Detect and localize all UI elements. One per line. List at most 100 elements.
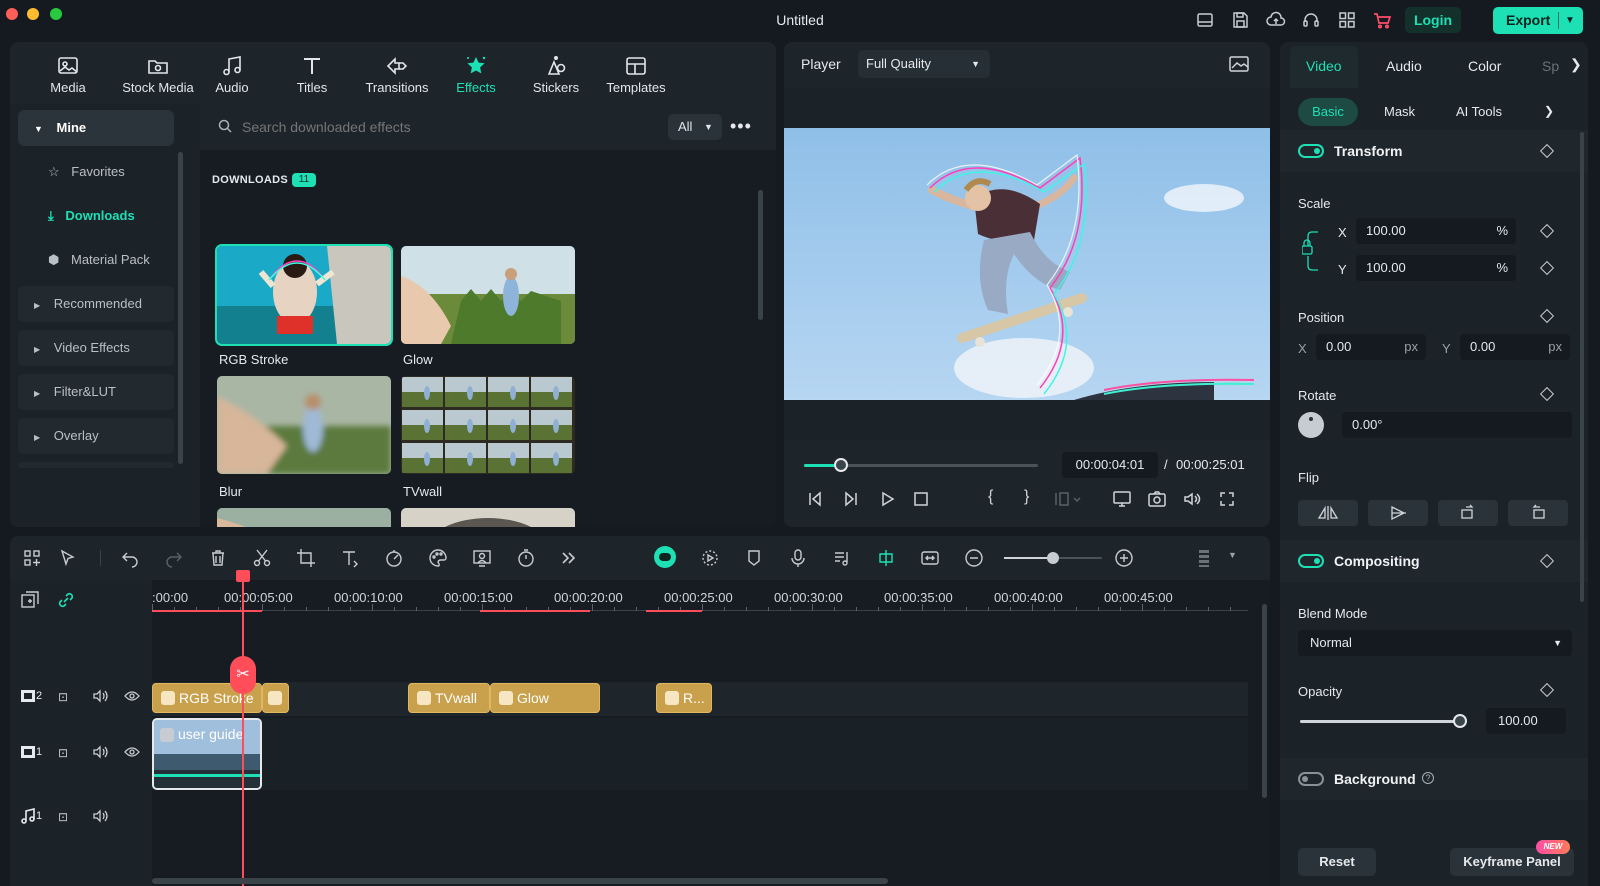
ai-copilot-icon[interactable] — [654, 546, 676, 568]
speaker-icon[interactable] — [92, 688, 108, 704]
opacity-slider-knob[interactable] — [1453, 714, 1467, 728]
mark-out-icon[interactable]: } — [1024, 488, 1029, 506]
playhead-top[interactable] — [236, 570, 250, 582]
text-tool-icon[interactable] — [340, 548, 360, 568]
keyframe-diamond-icon[interactable] — [1539, 260, 1555, 276]
sidebar-item-video-effects[interactable]: ▶ Video Effects — [18, 330, 174, 366]
more-tools-icon[interactable] — [558, 548, 578, 568]
sidebar-scrollbar[interactable] — [178, 152, 183, 464]
layout-icon[interactable] — [1195, 10, 1215, 30]
insert-clip-icon[interactable] — [1054, 490, 1082, 508]
timeline-vertical-scrollbar[interactable] — [1262, 604, 1267, 798]
save-icon[interactable] — [1230, 10, 1250, 30]
tab-media[interactable]: Media — [28, 50, 108, 102]
lock-icon[interactable]: ⊡ — [58, 810, 68, 824]
keyframe-diamond-icon[interactable] — [1539, 143, 1555, 159]
video-preview[interactable] — [784, 128, 1270, 400]
apps-grid-icon[interactable] — [1337, 10, 1357, 30]
opacity-field[interactable]: 100.00 — [1486, 708, 1566, 734]
play-icon[interactable] — [878, 490, 896, 508]
transform-toggle[interactable] — [1298, 144, 1324, 158]
subtab-ai-tools[interactable]: AI Tools — [1456, 98, 1502, 126]
tab-video[interactable]: Video — [1306, 58, 1342, 74]
keyframe-diamond-icon[interactable] — [1539, 553, 1555, 569]
timeline-horizontal-scrollbar[interactable] — [152, 878, 888, 884]
playhead[interactable] — [242, 582, 244, 886]
quality-dropdown[interactable]: Full Quality ▼ — [858, 50, 990, 78]
effect-thumb-glow[interactable] — [401, 246, 575, 344]
position-y-field[interactable]: 0.00 px — [1460, 334, 1570, 360]
content-scrollbar[interactable] — [758, 190, 763, 320]
redo-icon[interactable] — [164, 548, 184, 568]
effect-thumb-partial-2[interactable] — [401, 508, 575, 527]
filter-dropdown[interactable]: All ▼ — [668, 114, 722, 140]
progress-knob[interactable] — [834, 458, 849, 472]
auto-highlight-icon[interactable] — [700, 548, 720, 568]
add-track-icon[interactable] — [20, 590, 40, 610]
keyframe-diamond-icon[interactable] — [1539, 682, 1555, 698]
effect-clip-glow[interactable]: Glow — [490, 683, 600, 713]
chevron-down-icon[interactable]: ▼ — [1228, 550, 1237, 560]
stop-icon[interactable] — [912, 490, 930, 508]
cart-icon[interactable] — [1372, 10, 1392, 30]
keyframe-diamond-icon[interactable] — [1539, 223, 1555, 239]
rotate-counterclockwise-button[interactable] — [1508, 500, 1568, 526]
zoom-in-icon[interactable] — [1114, 548, 1134, 568]
sidebar-item-favorites[interactable]: ☆ Favorites — [18, 154, 174, 190]
effect-thumb-rgb-stroke[interactable] — [215, 244, 393, 346]
layout-grid-icon[interactable] — [22, 548, 42, 568]
snapshot-preview-icon[interactable] — [1228, 54, 1250, 74]
eye-icon[interactable] — [124, 688, 140, 704]
speed-icon[interactable] — [384, 548, 404, 568]
scale-x-field[interactable]: 100.00 % — [1356, 218, 1516, 244]
lock-icon[interactable]: ⊡ — [58, 746, 68, 760]
effect-clip-small[interactable] — [262, 683, 289, 713]
opacity-slider-track[interactable] — [1300, 720, 1460, 723]
sidebar-item-downloads[interactable]: ⤓ Downloads — [18, 198, 174, 234]
scale-y-field[interactable]: 100.00 % — [1356, 255, 1516, 281]
support-headset-icon[interactable] — [1301, 10, 1321, 30]
link-icon[interactable] — [56, 590, 76, 610]
select-pointer-icon[interactable] — [58, 548, 78, 568]
effect-clip-r[interactable]: R... — [656, 683, 712, 713]
keyframe-diamond-icon[interactable] — [1539, 308, 1555, 324]
fullscreen-icon[interactable] — [1218, 490, 1236, 508]
sidebar-item-overlay[interactable]: ▶ Overlay — [18, 418, 174, 454]
next-frame-icon[interactable] — [842, 490, 860, 508]
chevron-right-icon[interactable]: ❯ — [1544, 104, 1554, 118]
help-icon[interactable]: ? — [1422, 772, 1434, 784]
speaker-icon[interactable] — [92, 808, 108, 824]
blend-mode-dropdown[interactable]: Normal ▼ — [1298, 630, 1572, 656]
effect-clip-tvwall[interactable]: TVwall — [408, 683, 490, 713]
zoom-out-icon[interactable] — [964, 548, 984, 568]
cloud-upload-icon[interactable] — [1266, 10, 1286, 30]
tab-more[interactable]: Sp — [1542, 58, 1559, 74]
keyframe-diamond-icon[interactable] — [1539, 386, 1555, 402]
position-x-field[interactable]: 0.00 px — [1316, 334, 1426, 360]
fit-timeline-icon[interactable] — [920, 548, 940, 568]
sidebar-item-mine[interactable]: ▼ Mine — [18, 110, 174, 146]
tab-titles[interactable]: Titles — [272, 50, 352, 102]
flip-vertical-button[interactable] — [1368, 500, 1428, 526]
video-clip[interactable]: user guide — [152, 718, 262, 790]
effect-thumb-blur[interactable] — [217, 376, 391, 474]
track-height-icon[interactable] — [1194, 548, 1214, 568]
speaker-icon[interactable] — [92, 744, 108, 760]
camera-snapshot-icon[interactable] — [1147, 490, 1167, 508]
effect-thumb-partial-1[interactable] — [217, 508, 391, 527]
login-button[interactable]: Login — [1405, 7, 1461, 33]
microphone-icon[interactable] — [788, 548, 808, 568]
color-palette-icon[interactable] — [428, 548, 448, 568]
chevron-right-icon[interactable]: ❯ — [1570, 56, 1582, 73]
sidebar-item-material-pack[interactable]: ⬢ Material Pack — [18, 242, 174, 278]
link-lock-icon[interactable] — [1302, 228, 1320, 274]
marker-shield-icon[interactable] — [744, 548, 764, 568]
chevron-down-icon[interactable]: ▼ — [1565, 7, 1575, 34]
flip-horizontal-button[interactable] — [1298, 500, 1358, 526]
previous-frame-icon[interactable] — [806, 490, 824, 508]
export-button[interactable]: Export ▼ — [1493, 7, 1583, 34]
more-options-icon[interactable]: ••• — [730, 116, 752, 137]
tab-transitions[interactable]: Transitions — [352, 50, 442, 102]
rotate-dial[interactable] — [1298, 412, 1324, 438]
split-scissors-icon[interactable]: ✂ — [230, 656, 256, 694]
